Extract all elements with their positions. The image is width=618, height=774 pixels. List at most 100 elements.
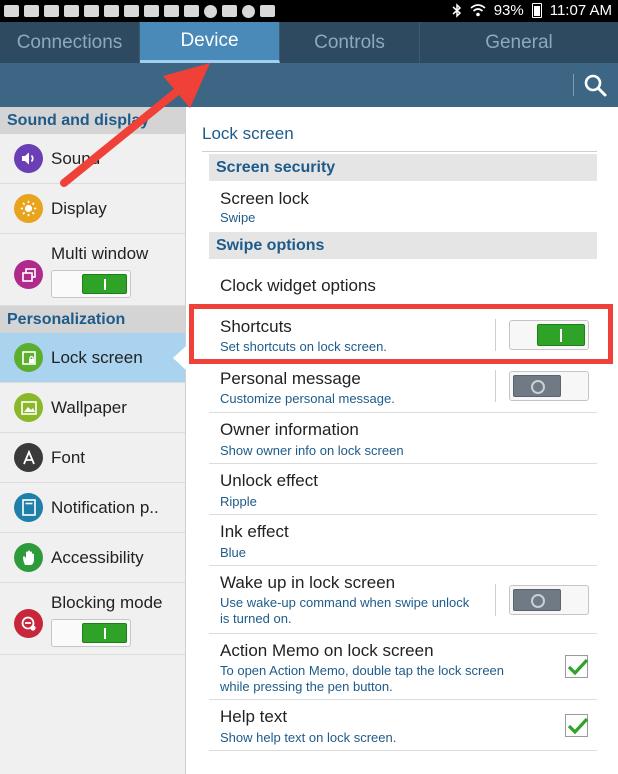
setting-title: Wake up in lock screen [220, 573, 396, 592]
sidebar-item-wallpaper[interactable]: Wallpaper [0, 383, 185, 433]
divider [573, 74, 574, 96]
setting-title: Unlock effect [220, 471, 318, 490]
setting-ink-effect[interactable]: Ink effect Blue [209, 515, 597, 566]
personal-message-toggle[interactable] [509, 371, 589, 401]
clipboard-icon [260, 5, 275, 17]
sidebar-item-label: Notification p.. [51, 497, 159, 517]
action-memo-checkbox[interactable] [565, 655, 589, 678]
notification-icon [4, 5, 19, 17]
sidebar-item-label: Blocking mode [51, 593, 163, 612]
message-icon [164, 5, 179, 17]
sidebar-item-label: Font [51, 447, 86, 467]
setting-title: Clock widget options [220, 276, 376, 295]
blocking-mode-icon [14, 609, 43, 638]
wake-up-toggle[interactable] [509, 585, 589, 615]
brightness-icon [14, 194, 43, 223]
tab-connections[interactable]: Connections [0, 22, 140, 63]
battery-icon [531, 3, 542, 18]
setting-title: Screen lock [220, 189, 309, 208]
sidebar-item-notification-panel[interactable]: Notification p.. [0, 483, 185, 533]
sidebar: Sound and display Sound Display Multi wi… [0, 107, 186, 774]
highlight-box [189, 304, 613, 364]
search-icon[interactable] [582, 72, 608, 98]
message-icon [104, 5, 119, 17]
mail-icon [24, 5, 39, 17]
setting-description: while pressing the pen button. [220, 679, 393, 694]
setting-help-text[interactable]: Help text Show help text on lock screen. [209, 700, 597, 751]
sidebar-item-display[interactable]: Display [0, 184, 185, 234]
setting-wake-up-in-lock-screen[interactable]: Wake up in lock screen Use wake-up comma… [209, 566, 597, 634]
lock-screen-icon [14, 343, 43, 372]
divider [495, 370, 496, 402]
hand-icon [14, 543, 43, 572]
wallpaper-icon [14, 393, 43, 422]
page-title: Lock screen [202, 124, 294, 143]
sidebar-item-label: Multi window [51, 244, 149, 263]
status-right: 93% 11:07 AM [452, 2, 612, 19]
settings-tab-bar: Connections Device Controls General [0, 22, 618, 63]
download-icon [222, 5, 237, 17]
sidebar-section-header: Personalization [0, 306, 185, 333]
setting-value: Swipe [220, 210, 256, 225]
setting-title: Action Memo on lock screen [220, 641, 434, 660]
tab-controls[interactable]: Controls [280, 22, 420, 63]
sidebar-item-sound[interactable]: Sound [0, 134, 185, 184]
app-icon [144, 5, 159, 17]
setting-action-memo[interactable]: Action Memo on lock screen To open Actio… [209, 634, 597, 700]
setting-unlock-effect[interactable]: Unlock effect Ripple [209, 464, 597, 515]
notification-icons [0, 4, 275, 18]
setting-title: Help text [220, 707, 288, 726]
multi-window-toggle[interactable] [51, 270, 131, 298]
sidebar-item-multi-window[interactable]: Multi window [0, 234, 185, 306]
setting-screen-lock[interactable]: Screen lock Swipe [209, 181, 597, 232]
sidebar-item-font[interactable]: Font [0, 433, 185, 483]
setting-description: Customize personal message. [220, 391, 395, 406]
sidebar-item-label: Lock screen [51, 347, 143, 367]
checkmark-icon [567, 658, 589, 676]
setting-personal-message[interactable]: Personal message Customize personal mess… [209, 362, 597, 413]
sidebar-item-label: Sound [51, 148, 101, 168]
lock-screen-settings: Lock screen Screen security Screen lock … [186, 107, 618, 774]
setting-description: Show help text on lock screen. [220, 730, 397, 745]
setting-description: Show owner info on lock screen [220, 443, 404, 458]
setting-title: Ink effect [220, 522, 289, 541]
setting-clock-widget-options[interactable]: Clock widget options [209, 259, 597, 306]
setting-description: Use wake-up command when swipe unlock [220, 595, 470, 610]
checkmark-icon [567, 717, 589, 735]
sidebar-item-accessibility[interactable]: Accessibility [0, 533, 185, 583]
bluetooth-icon [452, 3, 461, 18]
tab-device[interactable]: Device [140, 22, 280, 63]
help-text-checkbox[interactable] [565, 714, 589, 737]
battery-percent: 93% [493, 2, 524, 19]
setting-title: Owner information [220, 420, 359, 439]
message-icon [124, 5, 139, 17]
clock: 11:07 AM [549, 2, 612, 19]
sidebar-item-label: Display [51, 198, 107, 218]
setting-title: Personal message [220, 369, 361, 388]
action-bar [0, 63, 618, 107]
font-icon [14, 443, 43, 472]
group-header-screen-security: Screen security [209, 154, 597, 181]
minus-circle-icon [242, 4, 255, 18]
sidebar-item-label: Accessibility [51, 547, 144, 567]
setting-value: Ripple [220, 494, 257, 509]
sidebar-item-lock-screen[interactable]: Lock screen [0, 333, 186, 383]
sidebar-item-blocking-mode[interactable]: Blocking mode [0, 583, 185, 655]
sidebar-item-label: Wallpaper [51, 397, 127, 417]
divider [495, 584, 496, 616]
setting-description: is turned on. [220, 611, 292, 626]
notification-panel-icon [14, 493, 43, 522]
message-icon [84, 5, 99, 17]
group-header-swipe-options: Swipe options [209, 232, 597, 259]
message-icon [64, 5, 79, 17]
divider [202, 151, 597, 152]
status-bar: 93% 11:07 AM [0, 0, 618, 22]
wifi-icon [470, 4, 486, 17]
multi-window-icon [14, 260, 43, 289]
tab-general[interactable]: General [420, 22, 618, 63]
twitter-icon [44, 5, 59, 17]
setting-owner-information[interactable]: Owner information Show owner info on loc… [209, 413, 597, 464]
setting-description: To open Action Memo, double tap the lock… [220, 663, 505, 678]
blocking-mode-toggle[interactable] [51, 619, 131, 647]
speaker-icon [14, 144, 43, 173]
